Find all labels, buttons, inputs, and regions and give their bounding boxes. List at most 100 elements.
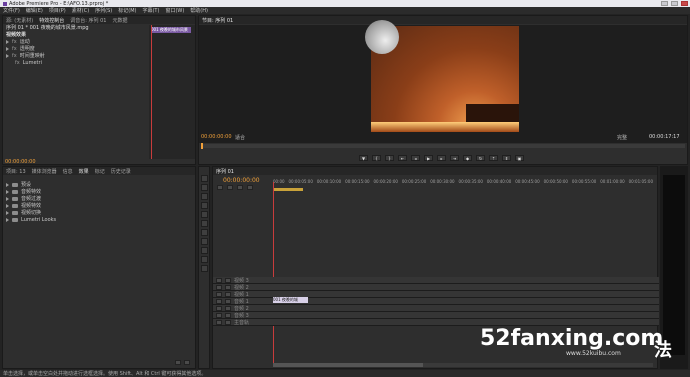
snap-icon[interactable] [217, 185, 223, 190]
speaker-icon[interactable] [216, 298, 222, 304]
minimize-button[interactable] [661, 1, 668, 6]
eye-icon[interactable] [216, 284, 222, 290]
tab-program[interactable]: 节目: 序列 01 [202, 17, 233, 24]
effects-folder[interactable]: 音频特效 [3, 188, 195, 195]
timeline-horizontal-scrollbar[interactable] [273, 363, 653, 367]
step-back-button[interactable]: ◂ [411, 155, 420, 161]
tab-project-4[interactable]: 标记 [95, 168, 105, 175]
program-scrubber[interactable] [201, 143, 685, 149]
play-button[interactable]: ▶ [424, 155, 433, 161]
loop-button[interactable]: ↻ [476, 155, 485, 161]
new-bin-icon[interactable] [175, 360, 181, 365]
menu-item[interactable]: 素材(C) [72, 7, 89, 14]
rate-stretch-tool-icon[interactable] [200, 211, 208, 218]
tab-project-3[interactable]: 效果 [79, 168, 89, 175]
tab-project-5[interactable]: 历史记录 [111, 168, 131, 175]
menu-item[interactable]: 项目(P) [49, 7, 66, 14]
effects-folder[interactable]: 预设 [3, 181, 195, 188]
effects-folder[interactable]: 视频特效 [3, 202, 195, 209]
eye-icon[interactable] [216, 277, 222, 283]
eye-icon[interactable] [216, 291, 222, 297]
expand-triangle-icon[interactable] [6, 210, 9, 215]
close-button[interactable] [681, 1, 688, 6]
scroll-thumb[interactable] [273, 363, 423, 367]
lock-icon[interactable] [225, 312, 231, 318]
keyframe-icon[interactable] [237, 185, 243, 190]
menu-item[interactable]: 标记(M) [118, 7, 136, 14]
expand-triangle-icon[interactable] [6, 53, 9, 58]
tab-effect-controls-0[interactable]: 源: (无素材) [6, 17, 33, 24]
audio-track[interactable]: 音频 3 [213, 312, 659, 319]
slip-tool-icon[interactable] [200, 229, 208, 236]
tab-project-1[interactable]: 媒体浏览器 [32, 168, 57, 175]
selection-tool-icon[interactable] [200, 175, 208, 182]
extract-button[interactable]: ⇞ [502, 155, 511, 161]
master-track[interactable]: 主音轨 [213, 319, 659, 326]
maximize-button[interactable] [671, 1, 678, 6]
menu-item[interactable]: 文件(F) [3, 7, 20, 14]
program-playhead[interactable] [201, 143, 203, 149]
wrench-icon[interactable] [247, 185, 253, 190]
razor-tool-icon[interactable] [200, 220, 208, 227]
speaker-icon[interactable] [216, 319, 222, 325]
lock-icon[interactable] [225, 305, 231, 311]
lock-icon[interactable] [225, 291, 231, 297]
tab-sequence[interactable]: 序列 01 [216, 168, 234, 175]
expand-triangle-icon[interactable] [6, 196, 9, 201]
tab-project-0[interactable]: 项目: 13 [6, 168, 26, 175]
expand-triangle-icon[interactable] [6, 203, 9, 208]
audio-track[interactable]: 音频 2 [213, 305, 659, 312]
video-track[interactable]: 视频 2 [213, 284, 659, 291]
ec-timecode[interactable]: 00:00:00:00 [5, 159, 36, 165]
step-forward-button[interactable]: ▸ [437, 155, 446, 161]
fit-dropdown[interactable]: 适合 [235, 134, 245, 141]
tab-project-2[interactable]: 信息 [63, 168, 73, 175]
mini-clip[interactable]: 001 夜晚的城市风景 [151, 27, 191, 33]
tab-effect-controls-2[interactable]: 调音台: 序列 01 [70, 17, 106, 24]
pen-tool-icon[interactable] [200, 247, 208, 254]
fx-icon[interactable]: fx [12, 39, 17, 45]
menu-item[interactable]: 帮助(H) [190, 7, 208, 14]
go-to-out-button[interactable]: ⇥ [450, 155, 459, 161]
speaker-icon[interactable] [216, 305, 222, 311]
menu-item[interactable]: 字幕(T) [142, 7, 159, 14]
zoom-tool-icon[interactable] [200, 265, 208, 272]
ripple-edit-tool-icon[interactable] [200, 193, 208, 200]
menu-item[interactable]: 序列(S) [95, 7, 112, 14]
lift-button[interactable]: ⇡ [489, 155, 498, 161]
speaker-icon[interactable] [216, 312, 222, 318]
lock-icon[interactable] [225, 277, 231, 283]
timeline-playhead[interactable] [273, 182, 274, 367]
delete-icon[interactable] [184, 360, 190, 365]
program-timecode-current[interactable]: 00:00:00:00 [201, 134, 232, 140]
mark-in-button[interactable]: ▼ [359, 155, 368, 161]
time-ruler[interactable]: 00:00 00:00:05:00 00:00:10:00 00:00:15:00 00… [273, 179, 653, 187]
hand-tool-icon[interactable] [200, 256, 208, 263]
export-frame-button[interactable]: ▣ [515, 155, 524, 161]
effect-mini-timeline[interactable]: 001 夜晚的城市风景 [149, 25, 195, 159]
expand-triangle-icon[interactable] [6, 189, 9, 194]
fx-icon[interactable]: fx [12, 53, 17, 59]
expand-triangle-icon[interactable] [6, 46, 9, 51]
expand-triangle-icon[interactable] [6, 217, 9, 222]
video-track[interactable]: 视频 3 [213, 277, 659, 284]
effects-folder[interactable]: Lumetri Looks [3, 216, 195, 223]
expand-triangle-icon[interactable] [6, 182, 9, 187]
lock-icon[interactable] [225, 298, 231, 304]
work-area-bar[interactable] [273, 188, 303, 191]
menu-item[interactable]: 编辑(E) [26, 7, 43, 14]
menu-item[interactable]: 窗口(W) [165, 7, 184, 14]
timeline-clip[interactable]: 001 夜晚的城 [273, 297, 308, 303]
fx-icon[interactable]: fx [12, 46, 17, 52]
rolling-edit-tool-icon[interactable] [200, 202, 208, 209]
lock-icon[interactable] [225, 284, 231, 290]
timeline-timecode[interactable]: 00:00:00:00 [223, 177, 260, 184]
mark-out-button[interactable]: { [372, 155, 381, 161]
go-to-in-button[interactable]: ⇤ [398, 155, 407, 161]
slide-tool-icon[interactable] [200, 238, 208, 245]
tab-effect-controls-3[interactable]: 元数据 [112, 17, 127, 24]
track-select-tool-icon[interactable] [200, 184, 208, 191]
marker-icon[interactable] [227, 185, 233, 190]
mark-clip-button[interactable]: } [385, 155, 394, 161]
expand-triangle-icon[interactable] [6, 39, 9, 44]
